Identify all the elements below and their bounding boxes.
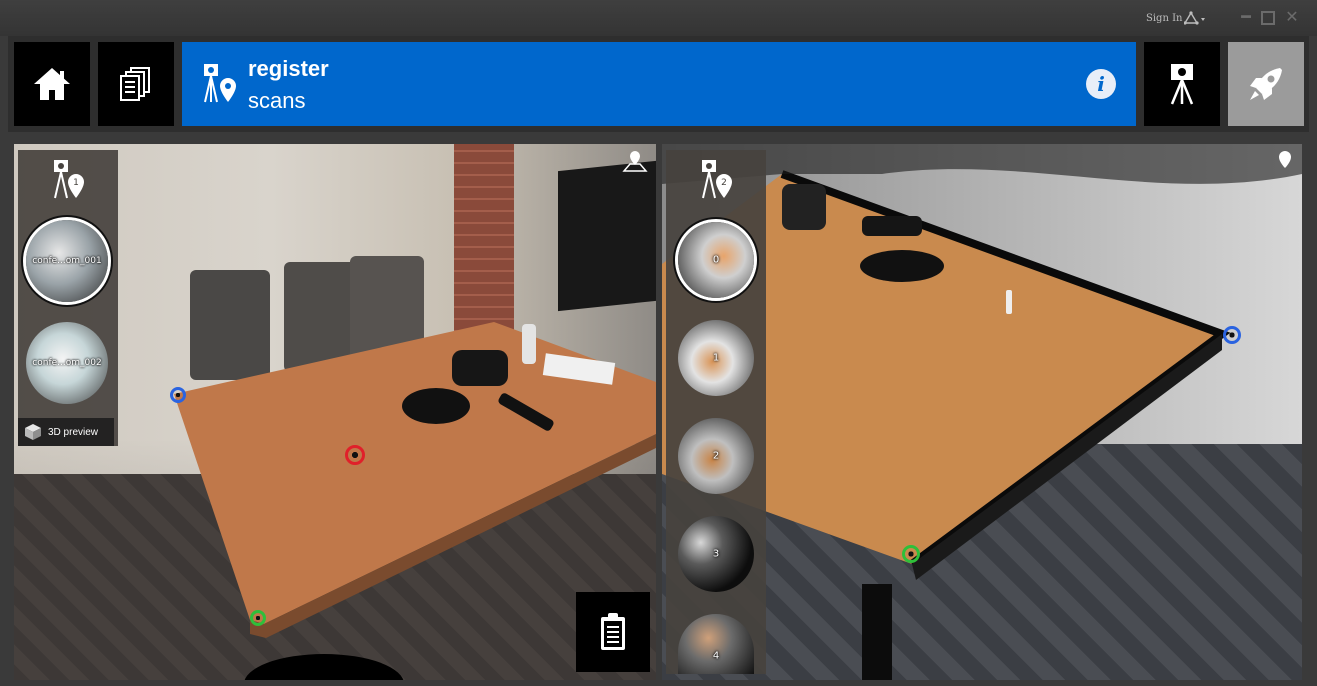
registration-marker-green[interactable] [250,610,266,626]
scanner-pin-icon [204,64,236,103]
scan-thumbnail-label: confe...om_001 [32,256,102,266]
home-icon [34,68,70,100]
tripod-scanner-icon [1170,64,1194,105]
scan-thumbnail-label: confe...om_002 [32,358,102,368]
scan-thumbnail-label: 4 [712,650,720,662]
projects-button[interactable] [98,42,174,126]
scan-viewer-left[interactable]: 1 confe...om_001 confe...om_002 3D previ… [14,144,656,680]
3d-preview-button[interactable]: 3D preview [18,418,114,446]
publish-button[interactable] [1228,42,1304,126]
scan-thumbnail[interactable]: 1 [678,320,754,396]
window-titlebar: Sign In ━ ✕ [0,0,1317,36]
workflow-banner: register scans i [182,42,1136,126]
scan-thumbnail-label: 0 [712,254,720,266]
scan-thumbnail[interactable]: 0 [678,222,754,298]
scan-thumbnail[interactable]: 3 [678,516,754,592]
clipboard-icon [601,613,625,650]
main-toolbar: register scans i [8,36,1309,132]
rocket-icon [1250,68,1282,100]
page-subtitle: scans [248,88,306,113]
registration-marker-green[interactable] [902,545,920,563]
minimize-button[interactable]: ━ [1238,9,1254,25]
documents-icon [120,67,150,101]
sign-in-link[interactable]: Sign In [1146,13,1182,24]
account-dropdown-icon[interactable] [1184,11,1206,25]
report-button[interactable] [576,592,650,672]
station-icon: 2 [702,160,732,199]
scan-thumbnail[interactable]: 4 [678,614,754,674]
close-button[interactable]: ✕ [1284,9,1300,25]
station-icon: 1 [54,160,84,199]
scan-thumbnail-label: 3 [712,548,720,560]
scan-viewer-right[interactable]: 2 0 1 2 3 4 [662,144,1302,680]
registration-marker-red[interactable] [345,445,365,465]
scanner-button[interactable] [1144,42,1220,126]
maximize-button[interactable] [1261,11,1275,25]
info-button[interactable]: i [1086,69,1116,99]
map-pin-icon[interactable] [1276,150,1294,172]
scan-thumbnail[interactable]: 2 [678,418,754,494]
map-pin-icon[interactable] [622,150,648,172]
registration-marker-blue[interactable] [1223,326,1241,344]
cube-icon [25,424,41,440]
scan-list-panel-left: 1 confe...om_001 confe...om_002 [18,150,118,446]
scan-thumbnail-label: 2 [712,450,720,462]
home-button[interactable] [14,42,90,126]
scan-thumbnail-label: 1 [712,352,720,364]
page-title: register [248,56,329,81]
registration-marker-blue[interactable] [170,387,186,403]
station-number: 2 [721,178,727,188]
3d-preview-label: 3D preview [48,426,99,438]
scan-list-panel-right: 2 0 1 2 3 4 [666,150,766,674]
scan-thumbnail[interactable]: confe...om_001 [26,220,108,302]
scan-thumbnail[interactable]: confe...om_002 [26,322,108,404]
station-number: 1 [73,178,79,188]
